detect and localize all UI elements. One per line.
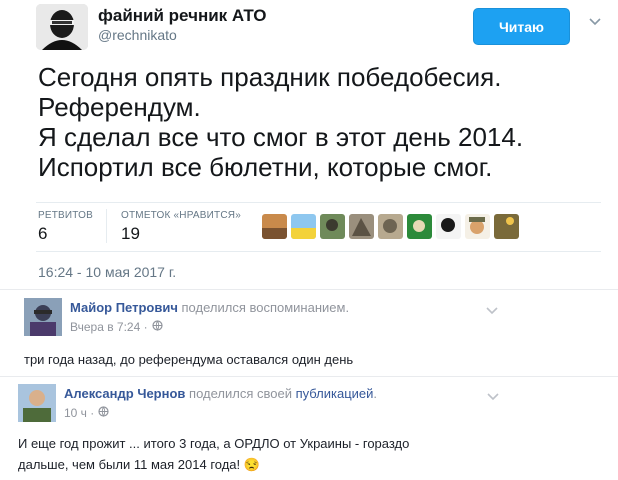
- liker-avatar[interactable]: [349, 214, 374, 239]
- likes-count: 19: [121, 224, 140, 243]
- follow-button[interactable]: Читаю: [473, 8, 570, 45]
- post-meta: Вчера в 7:24 ·: [70, 320, 163, 334]
- tweet-text-line: Сегодня опять праздник победобесия.: [38, 62, 502, 92]
- divider: [106, 209, 107, 243]
- tweet-card: файний речник АТО @rechnikato Читаю Сего…: [0, 0, 618, 286]
- likes-stat[interactable]: ОТМЕТОК «НРАВИТСЯ» 19: [121, 210, 241, 244]
- post-action: поделился своей: [189, 386, 292, 401]
- liker-avatar[interactable]: [378, 214, 403, 239]
- liker-avatar[interactable]: [291, 214, 316, 239]
- tweet-text: Сегодня опять праздник победобесия. Рефе…: [38, 62, 598, 182]
- post-header: Майор Петрович поделился воспоминанием.: [70, 300, 349, 315]
- post-action-suffix: .: [373, 386, 378, 401]
- post-meta: 10 ч ·: [64, 406, 109, 420]
- divider: [36, 202, 601, 203]
- author-avatar[interactable]: [36, 4, 88, 50]
- unamused-emoji-icon: 😒: [243, 457, 260, 472]
- author-name[interactable]: файний речник АТО: [98, 6, 267, 26]
- liker-avatar[interactable]: [465, 214, 490, 239]
- likes-label: ОТМЕТОК «НРАВИТСЯ»: [121, 210, 241, 221]
- divider: [0, 289, 618, 290]
- liker-avatar[interactable]: [262, 214, 287, 239]
- globe-icon: [152, 320, 163, 334]
- post-text: три года назад, до референдума оставался…: [24, 352, 354, 367]
- divider: [36, 251, 601, 252]
- divider: [0, 376, 618, 377]
- avatar[interactable]: [24, 298, 62, 336]
- tweet-text-line: Референдум.: [38, 92, 201, 122]
- liker-avatar[interactable]: [320, 214, 345, 239]
- tweet-text-line: Испортил все бюлетни, которые смог.: [38, 152, 493, 182]
- globe-icon: [98, 406, 109, 420]
- post-time[interactable]: 10 ч ·: [64, 406, 94, 420]
- post-text-line: И еще год прожит ... итого 3 года, а ОРД…: [18, 436, 410, 451]
- tweet-text-line: Я сделал все что смог в этот день 2014.: [38, 122, 524, 152]
- post-text: И еще год прожит ... итого 3 года, а ОРД…: [18, 433, 458, 475]
- chevron-down-icon[interactable]: [588, 14, 602, 28]
- author-handle[interactable]: @rechnikato: [98, 27, 177, 43]
- avatar[interactable]: [18, 384, 56, 422]
- post-author[interactable]: Александр Чернов: [64, 386, 185, 401]
- likers-avatars: [262, 214, 519, 239]
- tweet-timestamp[interactable]: 16:24 - 10 мая 2017 г.: [38, 264, 176, 280]
- chevron-down-icon[interactable]: [486, 302, 498, 315]
- post-time[interactable]: Вчера в 7:24 ·: [70, 320, 148, 334]
- retweets-stat[interactable]: РЕТВИТОВ 6: [38, 210, 93, 244]
- post-header: Александр Чернов поделился своей публика…: [64, 386, 377, 401]
- retweets-count: 6: [38, 224, 48, 243]
- post-author[interactable]: Майор Петрович: [70, 300, 178, 315]
- post-text-line: дальше, чем были 11 мая 2014 года! 😒: [18, 457, 260, 472]
- post-action: поделился воспоминанием.: [181, 300, 350, 315]
- post-link[interactable]: публикацией: [296, 386, 374, 401]
- liker-avatar[interactable]: [436, 214, 461, 239]
- chevron-down-icon[interactable]: [487, 388, 499, 401]
- liker-avatar[interactable]: [407, 214, 432, 239]
- retweets-label: РЕТВИТОВ: [38, 210, 94, 221]
- liker-avatar[interactable]: [494, 214, 519, 239]
